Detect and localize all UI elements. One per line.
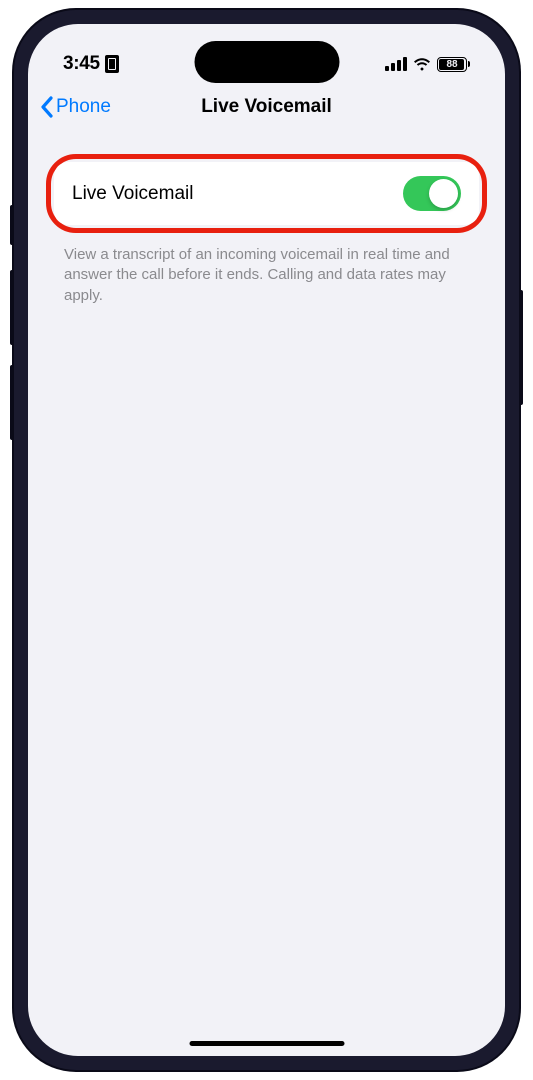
- battery-indicator: 88: [437, 57, 470, 72]
- sim-icon: [105, 55, 119, 73]
- toggle-knob: [429, 179, 458, 208]
- content-area: Live Voicemail View a transcript of an i…: [28, 134, 505, 330]
- navigation-bar: Phone Live Voicemail: [28, 84, 505, 134]
- volume-down-button: [10, 365, 14, 440]
- status-indicators: 88: [385, 57, 470, 72]
- dynamic-island: [194, 41, 339, 83]
- time-text: 3:45: [63, 53, 100, 75]
- power-button: [519, 290, 523, 405]
- screen: 3:45 88: [28, 24, 505, 1056]
- wifi-icon: [413, 57, 431, 71]
- cellular-signal-icon: [385, 57, 407, 71]
- silent-switch: [10, 205, 14, 245]
- live-voicemail-toggle[interactable]: [403, 176, 461, 211]
- home-indicator[interactable]: [189, 1041, 344, 1046]
- chevron-back-icon: [40, 96, 53, 118]
- setting-description: View a transcript of an incoming voicema…: [46, 241, 487, 310]
- live-voicemail-label: Live Voicemail: [72, 183, 193, 205]
- battery-percent: 88: [446, 59, 457, 70]
- back-button-label: Phone: [56, 96, 111, 118]
- annotation-highlight: Live Voicemail: [46, 154, 487, 233]
- page-title: Live Voicemail: [201, 96, 332, 118]
- phone-frame: 3:45 88: [14, 10, 519, 1070]
- status-time: 3:45: [63, 53, 119, 75]
- volume-up-button: [10, 270, 14, 345]
- live-voicemail-row[interactable]: Live Voicemail: [54, 162, 479, 225]
- back-button[interactable]: Phone: [40, 96, 111, 118]
